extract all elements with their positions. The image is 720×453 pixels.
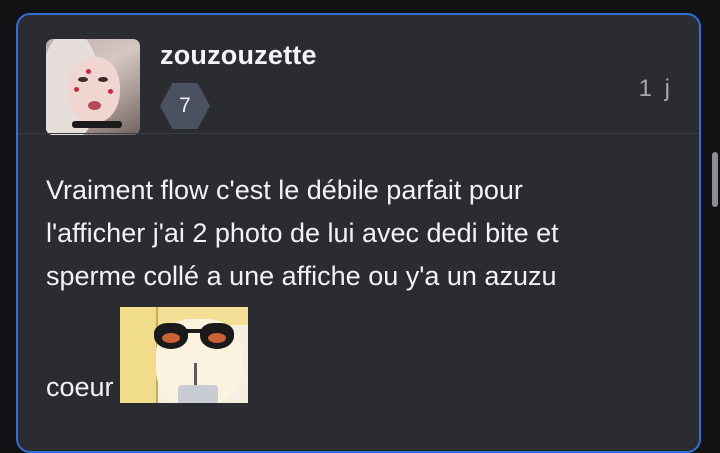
comment-last-word: coeur	[46, 372, 114, 402]
comment-body: Vraiment flow c'est le débile parfait po…	[46, 169, 676, 298]
avatar[interactable]	[46, 39, 140, 135]
scrollbar[interactable]	[712, 152, 718, 207]
comment-line: sperme collé a une affiche ou y'a un azu…	[46, 261, 557, 291]
comment-line: Vraiment flow c'est le débile parfait po…	[46, 175, 523, 205]
comment-card: zouzouzette 7 1 j Vraiment flow c'est le…	[16, 13, 701, 453]
level-badge: 7	[160, 83, 210, 129]
divider	[18, 133, 699, 134]
comment-last-line: coeur	[46, 307, 248, 403]
sticker-image[interactable]	[119, 307, 248, 403]
comment-line: l'afficher j'ai 2 photo de lui avec dedi…	[46, 218, 559, 248]
timestamp: 1 j	[638, 75, 673, 102]
username[interactable]: zouzouzette	[160, 40, 317, 71]
